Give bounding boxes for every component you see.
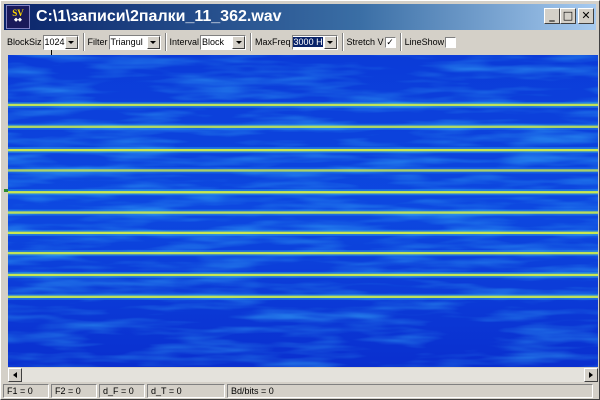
maximize-button[interactable]: □	[560, 8, 576, 24]
window-title: C:\1\записи\2палки_11_362.wav	[36, 8, 282, 25]
interval-select[interactable]: Block	[200, 34, 247, 50]
interval-value: Block	[202, 37, 225, 47]
maximize-icon: □	[562, 9, 574, 22]
window-controls: _ □ ✕	[544, 8, 594, 24]
interval-label: Interval	[169, 37, 200, 47]
minimize-button[interactable]: _	[544, 8, 560, 24]
harmonic-line	[8, 251, 598, 255]
scroll-right-button[interactable]	[584, 368, 598, 382]
filter-value: Triangul	[110, 37, 143, 47]
toolbar: BlockSiz 1024 Filter Triangul Interval B…	[4, 32, 596, 52]
maxfreq-value: 3000 H	[292, 37, 323, 47]
status-f2: F2 = 0	[51, 384, 97, 398]
lineshow-label: LineShow	[404, 37, 445, 47]
stretch-label: Stretch V	[346, 37, 384, 47]
chevron-down-icon[interactable]	[64, 35, 78, 49]
arrow-left-icon	[13, 372, 17, 378]
maxfreq-label: MaxFreq	[255, 37, 291, 47]
harmonic-line	[8, 103, 598, 107]
close-button[interactable]: ✕	[578, 8, 594, 24]
filter-select[interactable]: Triangul	[108, 34, 161, 50]
status-bar: F1 = 0 F2 = 0 d_F = 0 d_T = 0 Bd/bits = …	[3, 384, 599, 399]
stretch-checkbox[interactable]: ✓	[384, 36, 396, 48]
scroll-left-button[interactable]	[8, 368, 22, 382]
status-bd: Bd/bits = 0	[227, 384, 593, 398]
filter-label: Filter	[87, 37, 108, 47]
harmonic-line	[8, 191, 598, 194]
maxfreq-select[interactable]: 3000 H	[291, 34, 338, 50]
harmonic-line	[8, 125, 598, 128]
status-df: d_F = 0	[99, 384, 145, 398]
blocksize-value: 1024	[44, 37, 65, 47]
horizontal-scrollbar[interactable]	[8, 368, 598, 382]
spectrogram-view[interactable]	[8, 55, 598, 367]
harmonic-line	[8, 211, 598, 214]
app-logo-icon: SV ◆◆	[6, 5, 30, 29]
maxfreq-group: MaxFreq 3000 H	[250, 33, 338, 51]
stretch-group: Stretch V ✓	[341, 33, 396, 51]
interval-group: Interval Block	[164, 33, 247, 51]
arrow-right-icon	[589, 372, 593, 378]
chevron-down-icon[interactable]	[232, 35, 246, 49]
application-window: SV ◆◆ C:\1\записи\2палки_11_362.wav _ □ ✕…	[0, 0, 600, 400]
lineshow-checkbox[interactable]	[445, 36, 457, 48]
blocksize-select[interactable]: 1024	[42, 34, 79, 50]
title-bar[interactable]: SV ◆◆ C:\1\записи\2палки_11_362.wav _ □ ✕	[4, 4, 596, 30]
harmonic-line	[8, 169, 598, 172]
status-f1: F1 = 0	[3, 384, 49, 398]
chevron-down-icon[interactable]	[323, 35, 337, 49]
harmonic-line	[8, 273, 598, 277]
blocksize-label: BlockSiz	[7, 37, 42, 47]
status-dt: d_T = 0	[147, 384, 225, 398]
lineshow-group: LineShow	[399, 33, 457, 51]
harmonic-line	[8, 148, 598, 152]
harmonic-line	[8, 231, 598, 235]
chevron-down-icon[interactable]	[146, 35, 160, 49]
close-icon: ✕	[581, 9, 591, 22]
minimize-icon: _	[549, 9, 555, 22]
blocksize-group: BlockSiz 1024	[4, 33, 79, 51]
harmonic-line	[8, 295, 598, 298]
filter-group: Filter Triangul	[82, 33, 161, 51]
